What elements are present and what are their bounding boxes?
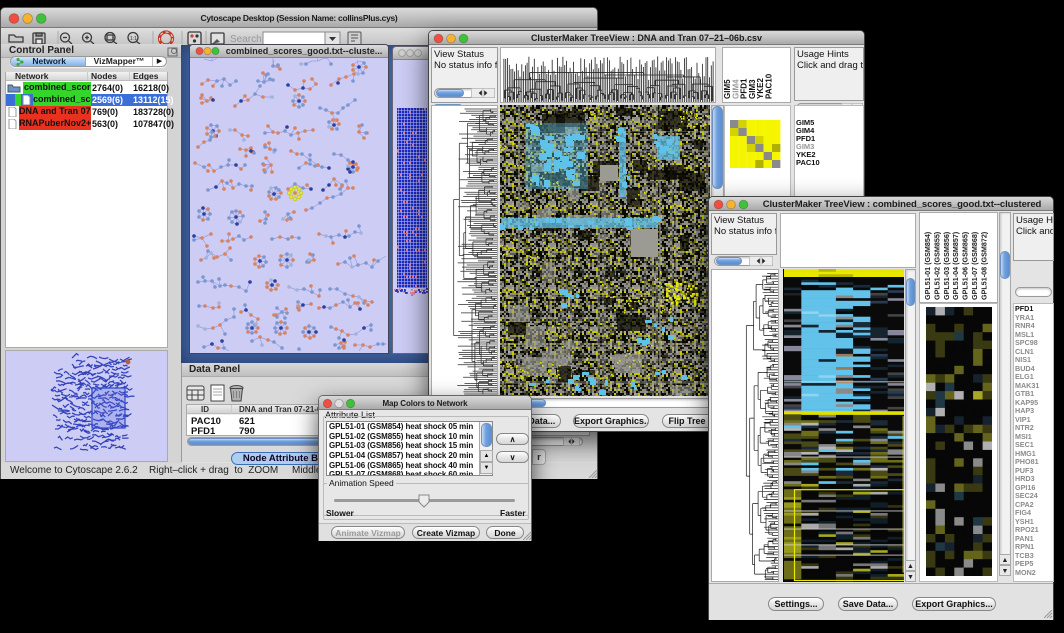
svg-text:GPL51-03 (GSM856): GPL51-03 (GSM856) xyxy=(942,231,951,300)
svg-text:GPL51-07 (GSM868): GPL51-07 (GSM868) xyxy=(970,231,979,300)
svg-text:GPL51-06 (GSM865): GPL51-06 (GSM865) xyxy=(961,231,970,300)
svg-text:PAC10: PAC10 xyxy=(765,73,774,99)
svg-text:GPL51-04 (GSM857): GPL51-04 (GSM857) xyxy=(951,231,960,300)
svg-text:GPL51-02 (GSM855): GPL51-02 (GSM855) xyxy=(932,231,941,300)
svg-text:GPL51-01 (GSM854): GPL51-01 (GSM854) xyxy=(923,231,932,300)
svg-text:GPL51-08 (GSM872): GPL51-08 (GSM872) xyxy=(979,231,988,300)
